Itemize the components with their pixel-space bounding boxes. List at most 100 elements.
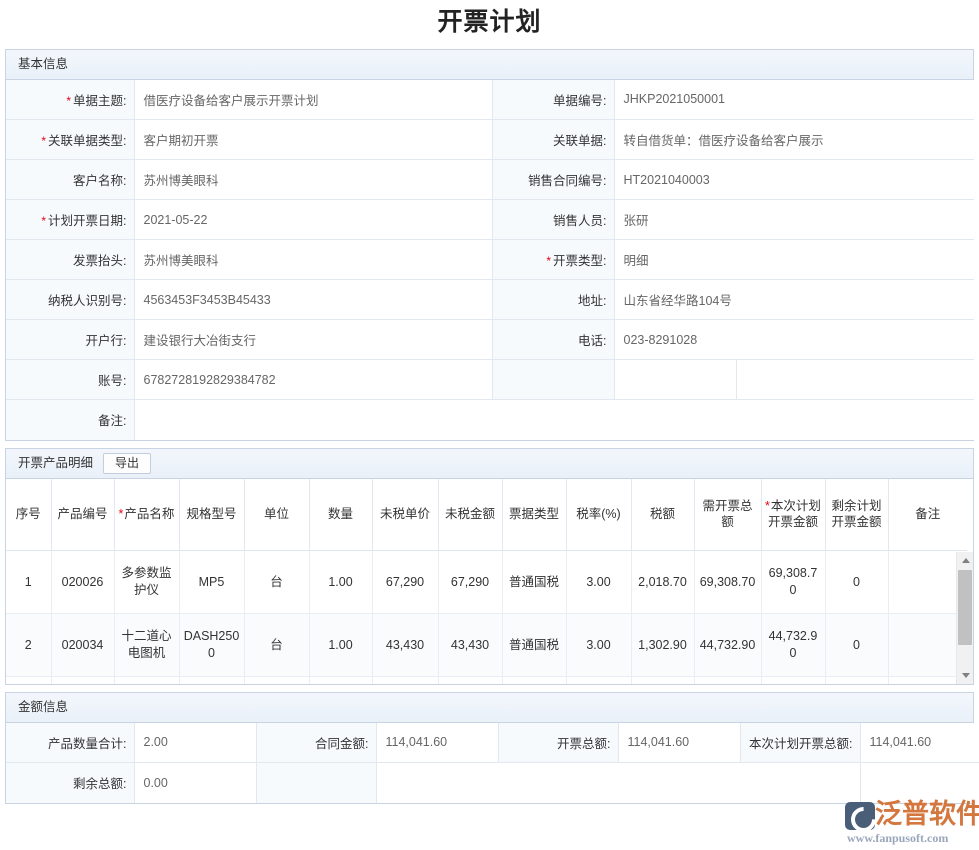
field-value[interactable]: 苏州博美眼科 xyxy=(134,160,492,200)
field-value[interactable]: HT2021040003 xyxy=(614,160,974,200)
amount-info-header: 金额信息 xyxy=(6,693,973,723)
amount-value[interactable]: 114,041.60 xyxy=(376,723,498,763)
field-value[interactable]: 苏州博美眼科 xyxy=(134,240,492,280)
table-cell[interactable] xyxy=(502,677,566,684)
table-cell[interactable] xyxy=(244,677,309,684)
field-value[interactable]: 转自借货单：借医疗设备给客户展示 xyxy=(614,120,974,160)
table-cell[interactable]: 020034 xyxy=(51,614,114,677)
grid-column-header[interactable]: *产品名称 xyxy=(114,479,179,551)
field-label: 备注: xyxy=(6,400,134,440)
table-cell[interactable] xyxy=(114,677,179,684)
table-cell[interactable]: 1.00 xyxy=(309,614,372,677)
table-cell[interactable] xyxy=(6,677,51,684)
scrollbar-thumb[interactable] xyxy=(958,570,972,645)
field-value[interactable]: 4563453F3453B45433 xyxy=(134,280,492,320)
table-cell[interactable]: 多参数监护仪 xyxy=(114,551,179,614)
grid-column-header[interactable]: 规格型号 xyxy=(179,479,244,551)
grid-vertical-scrollbar[interactable] xyxy=(956,552,973,684)
table-cell[interactable]: 台 xyxy=(244,614,309,677)
field-value[interactable]: 山东省经华路104号 xyxy=(614,280,974,320)
basic-info-row: 客户名称:苏州博美眼科销售合同编号:HT2021040003 xyxy=(6,160,974,200)
table-cell[interactable] xyxy=(694,677,761,684)
table-cell[interactable]: 十二道心电图机 xyxy=(114,614,179,677)
basic-info-row: 账号:6782728192829384782 xyxy=(6,360,974,400)
table-cell[interactable]: 台 xyxy=(244,551,309,614)
basic-info-table: *单据主题:借医疗设备给客户展示开票计划单据编号:JHKP2021050001*… xyxy=(6,80,974,440)
table-row[interactable]: 2020034十二道心电图机DASH2500台1.0043,43043,430普… xyxy=(6,614,967,677)
table-cell[interactable]: 43,430 xyxy=(438,614,502,677)
field-value[interactable]: 6782728192829384782 xyxy=(134,360,492,400)
product-grid-scroller[interactable]: 序号产品编号*产品名称规格型号单位数量未税单价未税金额票据类型税率(%)税额需开… xyxy=(6,479,973,684)
grid-column-header[interactable]: 税率(%) xyxy=(566,479,631,551)
amount-label: 产品数量合计: xyxy=(6,723,134,763)
table-cell[interactable]: 1 xyxy=(6,551,51,614)
basic-info-panel: 基本信息 *单据主题:借医疗设备给客户展示开票计划单据编号:JHKP202105… xyxy=(5,49,974,441)
table-cell[interactable]: 69,308.70 xyxy=(761,551,825,614)
table-cell[interactable] xyxy=(179,677,244,684)
table-cell[interactable] xyxy=(372,677,438,684)
grid-column-header[interactable]: 单位 xyxy=(244,479,309,551)
field-value[interactable]: 张研 xyxy=(614,200,974,240)
table-cell[interactable]: 43,430 xyxy=(372,614,438,677)
table-cell[interactable]: 020026 xyxy=(51,551,114,614)
table-cell[interactable]: 3.00 xyxy=(566,551,631,614)
grid-column-header[interactable]: 序号 xyxy=(6,479,51,551)
table-cell[interactable] xyxy=(566,677,631,684)
table-cell[interactable]: 44,732.90 xyxy=(694,614,761,677)
table-cell[interactable]: 2,018.70 xyxy=(631,551,694,614)
scroll-down-arrow-icon[interactable] xyxy=(957,667,973,684)
amount-value[interactable]: 114,041.60 xyxy=(618,723,740,763)
field-value[interactable]: 2021-05-22 xyxy=(134,200,492,240)
table-cell[interactable]: DASH2500 xyxy=(179,614,244,677)
table-cell[interactable]: 67,290 xyxy=(372,551,438,614)
field-value[interactable]: 023-8291028 xyxy=(614,320,974,360)
field-label: *计划开票日期: xyxy=(6,200,134,240)
grid-column-header[interactable]: 票据类型 xyxy=(502,479,566,551)
field-value[interactable]: 明细 xyxy=(614,240,974,280)
table-cell[interactable]: 1,302.90 xyxy=(631,614,694,677)
table-cell[interactable]: MP5 xyxy=(179,551,244,614)
table-cell[interactable]: 0 xyxy=(825,614,888,677)
amount-value[interactable]: 2.00 xyxy=(134,723,256,763)
table-cell[interactable] xyxy=(309,677,372,684)
table-cell[interactable]: 普通国税 xyxy=(502,614,566,677)
table-row[interactable] xyxy=(6,677,967,684)
table-cell[interactable]: 0 xyxy=(825,551,888,614)
table-cell[interactable]: 69,308.70 xyxy=(694,551,761,614)
grid-column-header[interactable]: 未税金额 xyxy=(438,479,502,551)
table-cell[interactable]: 2 xyxy=(6,614,51,677)
amount-value[interactable]: 0.00 xyxy=(134,763,256,803)
table-row[interactable]: 1020026多参数监护仪MP5台1.0067,29067,290普通国税3.0… xyxy=(6,551,967,614)
table-cell[interactable] xyxy=(51,677,114,684)
table-cell[interactable]: 44,732.90 xyxy=(761,614,825,677)
table-cell[interactable]: 1.00 xyxy=(309,551,372,614)
table-cell[interactable] xyxy=(438,677,502,684)
grid-column-header[interactable]: 产品编号 xyxy=(51,479,114,551)
table-cell[interactable]: 普通国税 xyxy=(502,551,566,614)
field-value[interactable]: 借医疗设备给客户展示开票计划 xyxy=(134,80,492,120)
table-cell[interactable]: 67,290 xyxy=(438,551,502,614)
field-label: *关联单据类型: xyxy=(6,120,134,160)
field-value[interactable]: 客户期初开票 xyxy=(134,120,492,160)
grid-column-header[interactable]: 需开票总额 xyxy=(694,479,761,551)
empty-cell xyxy=(376,763,860,803)
remark-value[interactable] xyxy=(134,400,974,440)
basic-info-row: 备注: xyxy=(6,400,974,440)
grid-column-header[interactable]: 数量 xyxy=(309,479,372,551)
field-value[interactable]: JHKP2021050001 xyxy=(614,80,974,120)
table-cell[interactable] xyxy=(631,677,694,684)
table-cell[interactable] xyxy=(761,677,825,684)
table-cell[interactable] xyxy=(825,677,888,684)
scroll-up-arrow-icon[interactable] xyxy=(957,552,973,569)
grid-column-header[interactable]: 剩余计划开票金额 xyxy=(825,479,888,551)
required-marker-icon: * xyxy=(66,94,71,108)
field-value[interactable]: 建设银行大冶街支行 xyxy=(134,320,492,360)
table-cell[interactable]: 3.00 xyxy=(566,614,631,677)
amount-value[interactable]: 114,041.60 xyxy=(860,723,979,763)
required-marker-icon: * xyxy=(119,507,124,521)
grid-column-header[interactable]: 税额 xyxy=(631,479,694,551)
grid-column-header[interactable]: 备注 xyxy=(888,479,967,551)
export-button[interactable]: 导出 xyxy=(103,453,151,474)
grid-column-header[interactable]: 未税单价 xyxy=(372,479,438,551)
grid-column-header[interactable]: *本次计划开票金额 xyxy=(761,479,825,551)
